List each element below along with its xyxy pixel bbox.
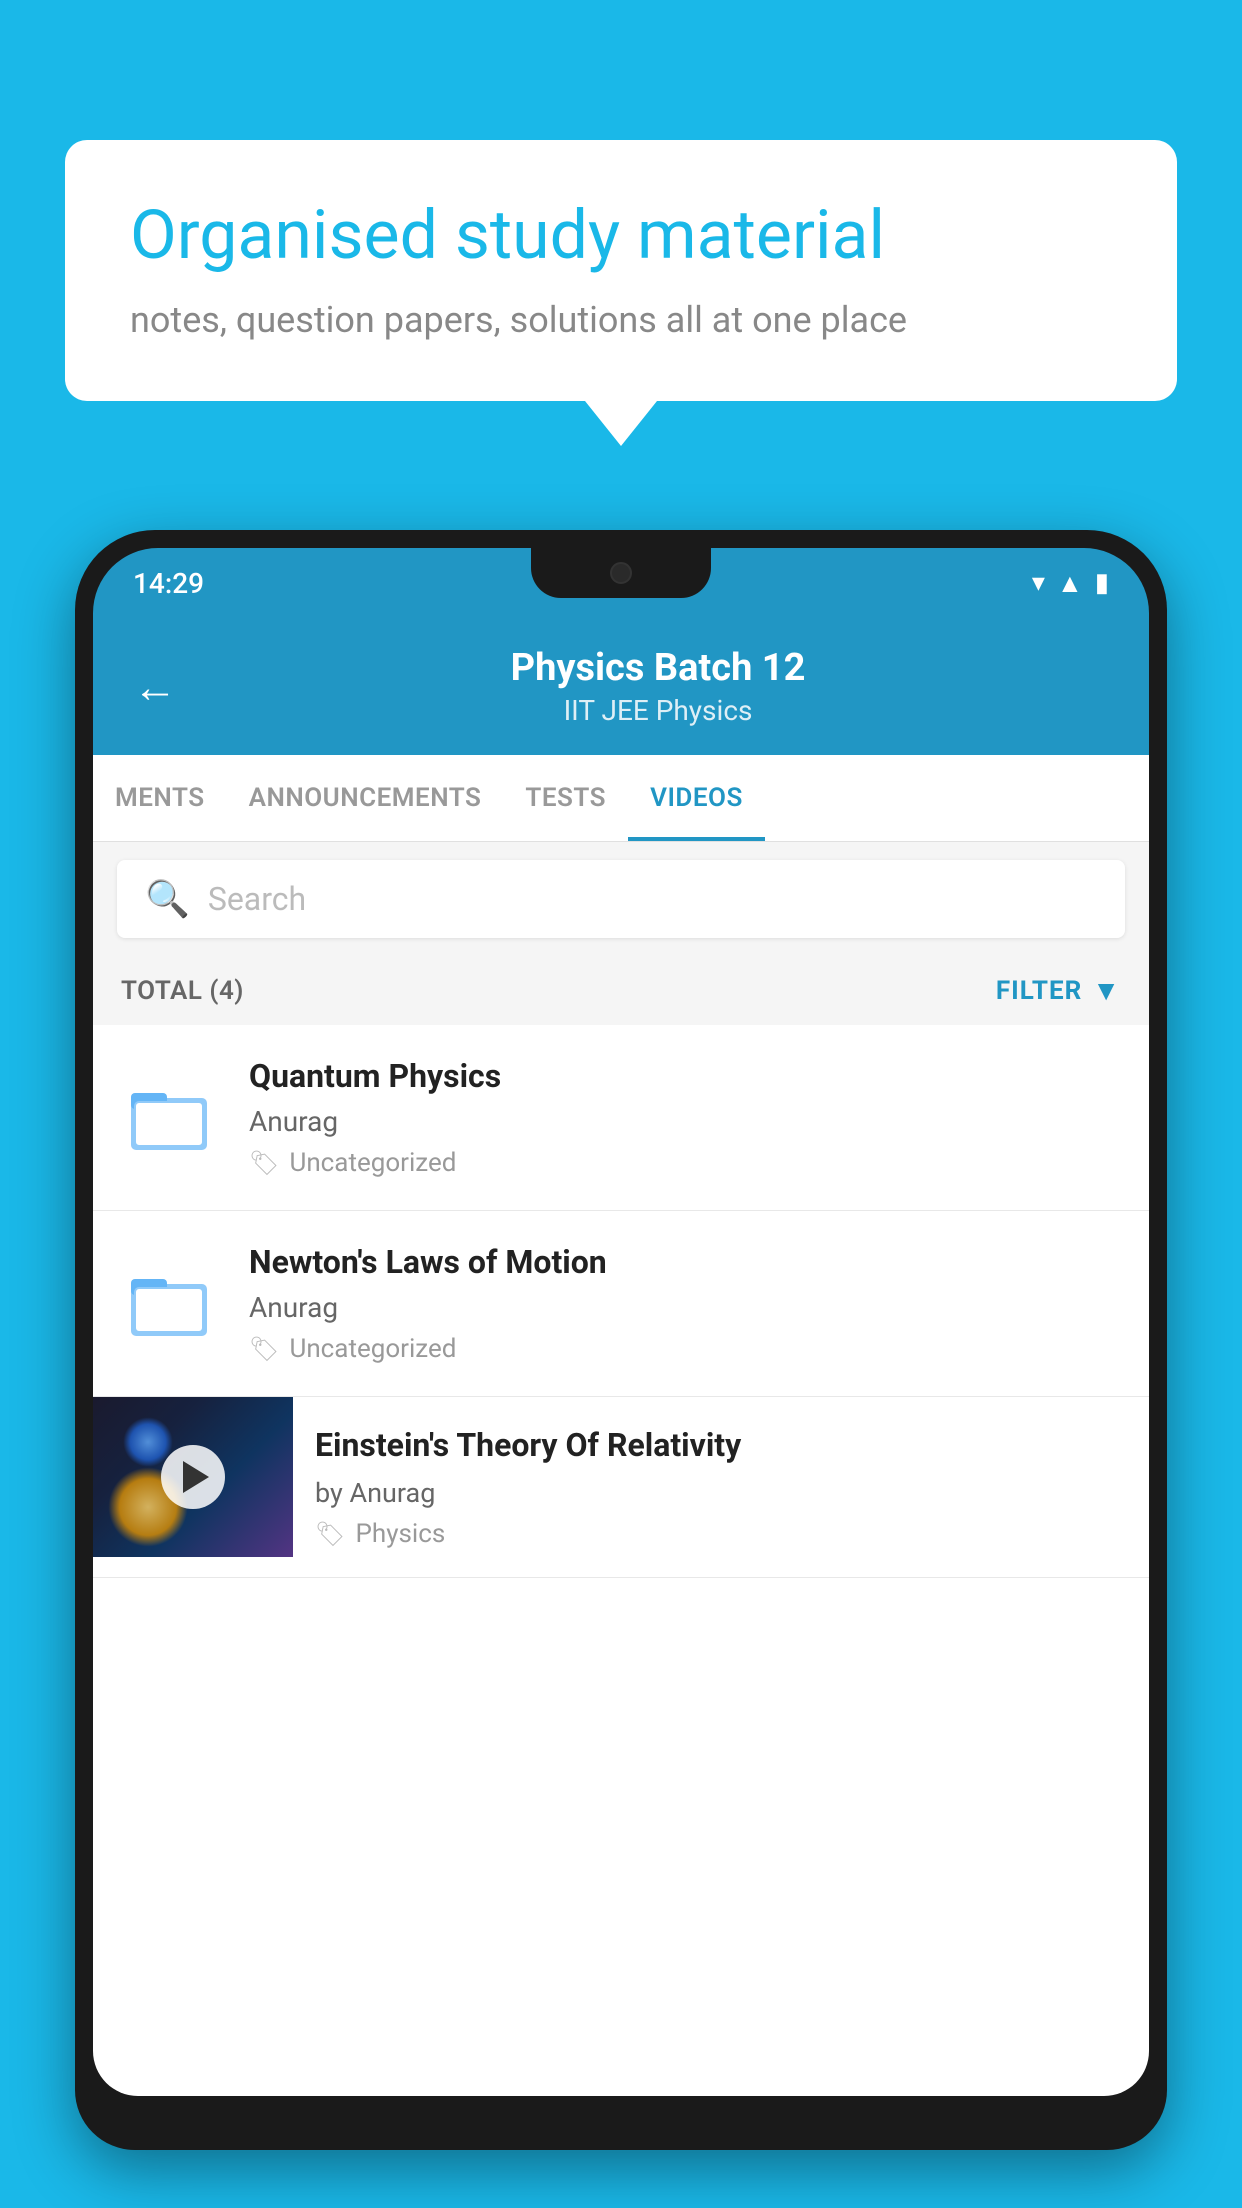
header-title: Physics Batch 12 bbox=[207, 646, 1109, 690]
bubble-title: Organised study material bbox=[130, 195, 1112, 277]
video-item-1-author: Anurag bbox=[249, 1105, 1121, 1138]
video-item-1-info: Quantum Physics Anurag 🏷 Uncategorized bbox=[249, 1057, 1121, 1178]
tab-tests[interactable]: TESTS bbox=[503, 755, 628, 841]
phone-mockup: 14:29 ▾ ▲ ▮ ← Physics Batch 12 IIT JEE P… bbox=[75, 530, 1167, 2208]
status-bar: 14:29 ▾ ▲ ▮ bbox=[93, 548, 1149, 618]
tab-videos[interactable]: VIDEOS bbox=[628, 755, 765, 841]
wifi-icon: ▾ bbox=[1032, 568, 1045, 598]
video-item-3-author: by Anurag bbox=[315, 1477, 1127, 1509]
video-item-2-tag-text: Uncategorized bbox=[289, 1334, 456, 1364]
play-triangle-icon bbox=[183, 1461, 209, 1493]
video-item-2[interactable]: Newton's Laws of Motion Anurag 🏷 Uncateg… bbox=[93, 1211, 1149, 1397]
search-container: 🔍 Search bbox=[93, 842, 1149, 956]
video-item-2-info: Newton's Laws of Motion Anurag 🏷 Uncateg… bbox=[249, 1243, 1121, 1364]
tag-icon-2: 🏷 bbox=[249, 1335, 279, 1363]
tabs-bar: MENTS ANNOUNCEMENTS TESTS VIDEOS bbox=[93, 755, 1149, 842]
video-item-1-thumbnail bbox=[121, 1068, 221, 1168]
folder-icon-1 bbox=[131, 1078, 211, 1158]
video-item-2-thumbnail bbox=[121, 1254, 221, 1354]
video-item-1-title: Quantum Physics bbox=[249, 1057, 1121, 1095]
search-icon: 🔍 bbox=[145, 878, 190, 920]
search-box[interactable]: 🔍 Search bbox=[117, 860, 1125, 938]
speech-bubble-section: Organised study material notes, question… bbox=[65, 140, 1177, 401]
video-item-3[interactable]: Einstein's Theory Of Relativity by Anura… bbox=[93, 1397, 1149, 1578]
battery-icon: ▮ bbox=[1095, 568, 1109, 598]
back-button[interactable]: ← bbox=[133, 661, 177, 713]
phone-outer-frame: 14:29 ▾ ▲ ▮ ← Physics Batch 12 IIT JEE P… bbox=[75, 530, 1167, 2150]
tag-icon-3: 🏷 bbox=[315, 1520, 345, 1548]
total-count: TOTAL (4) bbox=[121, 976, 244, 1006]
filter-bar: TOTAL (4) FILTER ▼ bbox=[93, 956, 1149, 1025]
app-header: ← Physics Batch 12 IIT JEE Physics bbox=[93, 618, 1149, 755]
video-item-1-tag-text: Uncategorized bbox=[289, 1148, 456, 1178]
video-item-3-title: Einstein's Theory Of Relativity bbox=[315, 1425, 1127, 1467]
video-item-1[interactable]: Quantum Physics Anurag 🏷 Uncategorized bbox=[93, 1025, 1149, 1211]
camera-dot bbox=[610, 562, 632, 584]
play-button[interactable] bbox=[161, 1445, 225, 1509]
video-item-1-tag: 🏷 Uncategorized bbox=[249, 1148, 1121, 1178]
filter-label: FILTER bbox=[996, 976, 1082, 1006]
video-item-3-tag-text: Physics bbox=[355, 1519, 445, 1549]
video-item-2-tag: 🏷 Uncategorized bbox=[249, 1334, 1121, 1364]
video-item-2-author: Anurag bbox=[249, 1291, 1121, 1324]
phone-screen: ← Physics Batch 12 IIT JEE Physics MENTS… bbox=[93, 618, 1149, 2096]
status-time: 14:29 bbox=[133, 567, 204, 600]
bubble-subtitle: notes, question papers, solutions all at… bbox=[130, 299, 1112, 341]
einstein-thumbnail bbox=[93, 1397, 293, 1557]
tab-announcements[interactable]: ANNOUNCEMENTS bbox=[227, 755, 504, 841]
speech-bubble-card: Organised study material notes, question… bbox=[65, 140, 1177, 401]
status-icons: ▾ ▲ ▮ bbox=[1032, 568, 1109, 599]
search-placeholder: Search bbox=[208, 880, 306, 918]
header-title-section: Physics Batch 12 IIT JEE Physics bbox=[207, 646, 1109, 727]
filter-button[interactable]: FILTER ▼ bbox=[996, 974, 1121, 1007]
filter-funnel-icon: ▼ bbox=[1092, 974, 1121, 1007]
video-item-3-tag: 🏷 Physics bbox=[315, 1519, 1127, 1549]
video-list: Quantum Physics Anurag 🏷 Uncategorized bbox=[93, 1025, 1149, 1578]
signal-icon: ▲ bbox=[1057, 568, 1083, 599]
header-subtitle: IIT JEE Physics bbox=[207, 694, 1109, 727]
phone-notch bbox=[531, 548, 711, 598]
tag-icon-1: 🏷 bbox=[249, 1149, 279, 1177]
folder-icon-2 bbox=[131, 1264, 211, 1344]
tab-ments[interactable]: MENTS bbox=[93, 755, 227, 841]
video-item-3-info: Einstein's Theory Of Relativity by Anura… bbox=[293, 1397, 1149, 1577]
video-item-2-title: Newton's Laws of Motion bbox=[249, 1243, 1121, 1281]
